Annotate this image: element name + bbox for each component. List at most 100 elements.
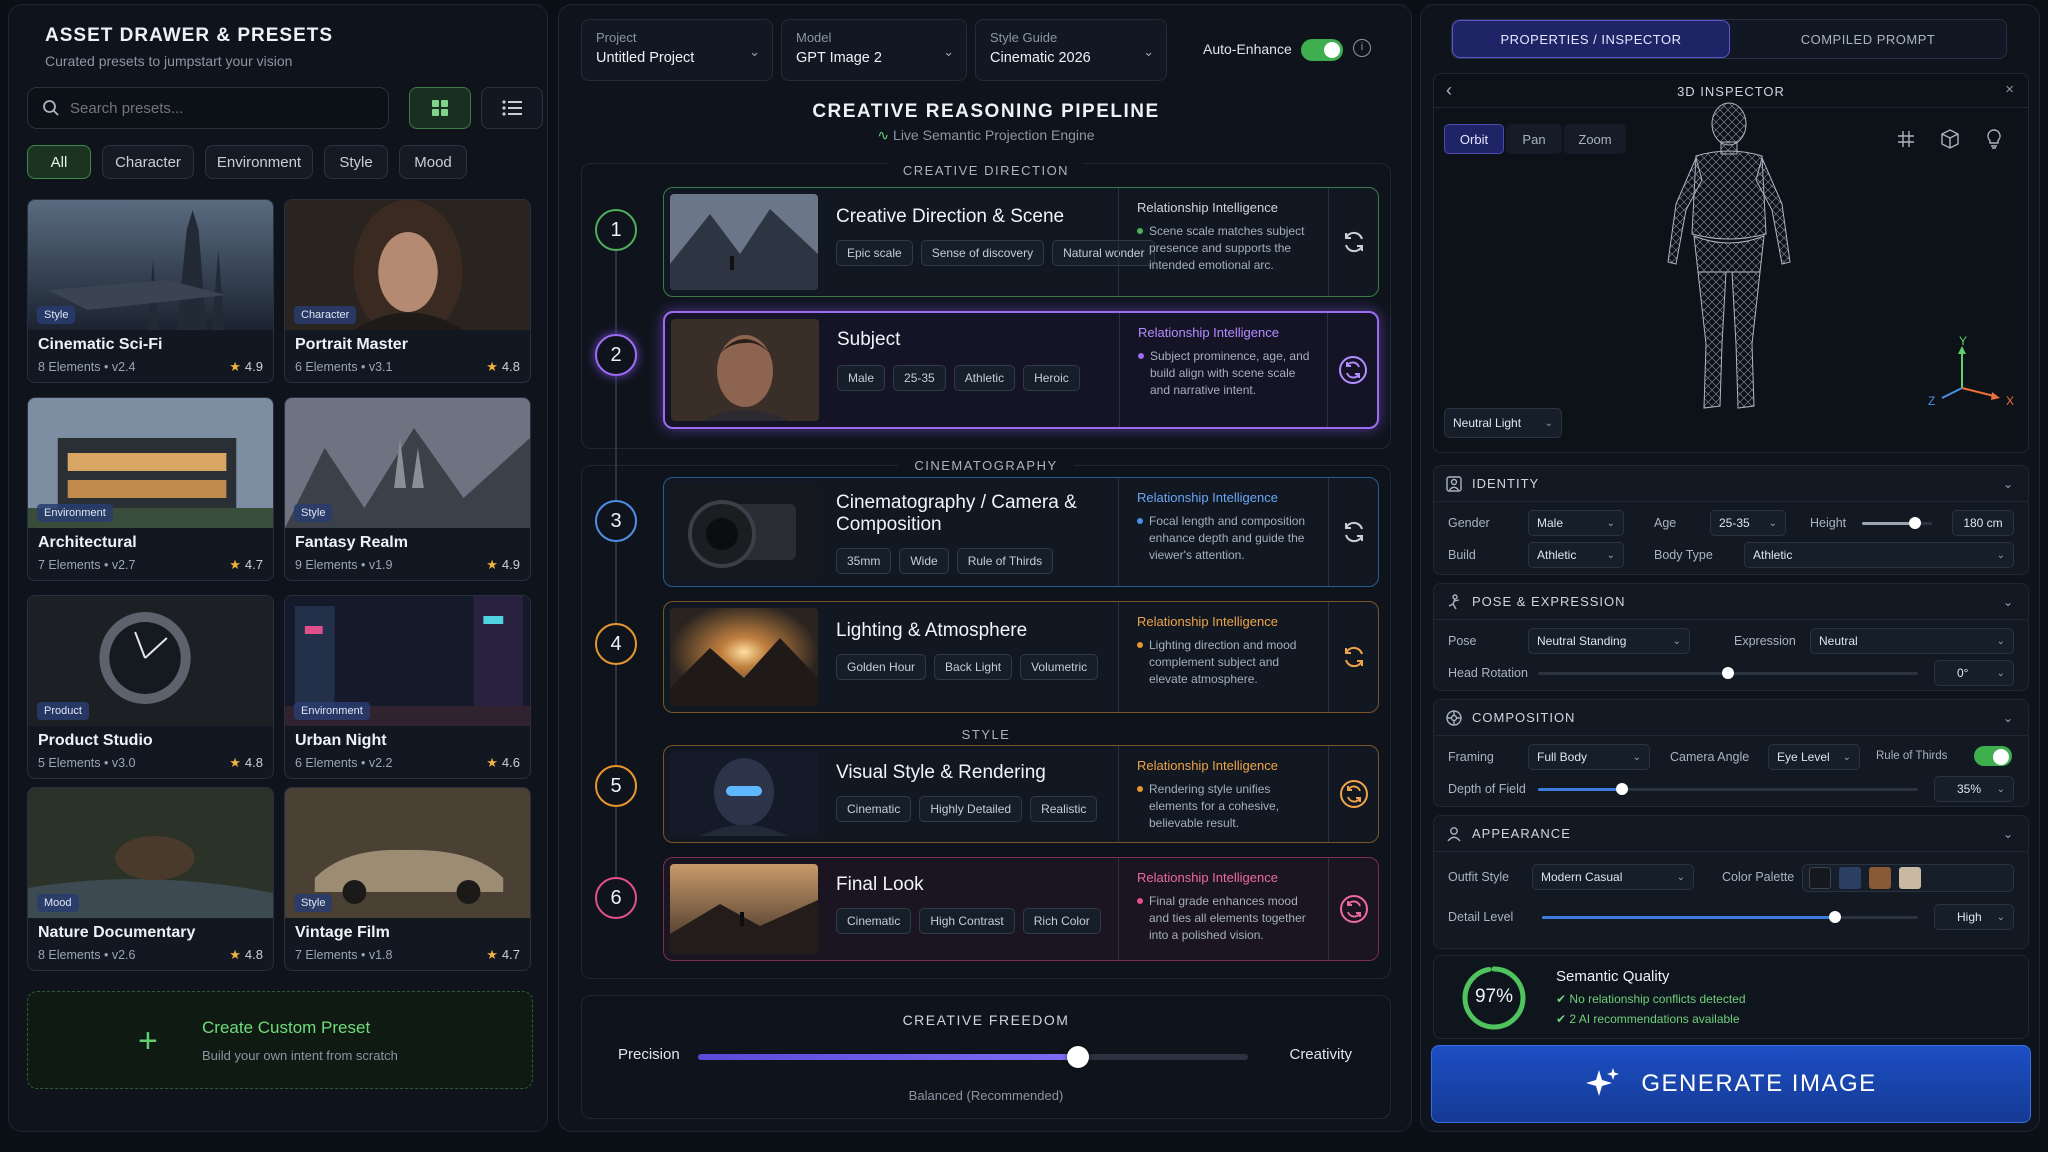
detail-level-slider[interactable] [1542, 911, 1918, 923]
detail-level-value[interactable]: High ⌄ [1934, 904, 2014, 930]
palette-swatch[interactable] [1809, 867, 1831, 889]
step-tag[interactable]: Back Light [934, 654, 1013, 680]
preset-card[interactable]: Style Vintage Film 7 Elements • v1.8 ★ 4.… [284, 787, 531, 971]
outfit-style-select[interactable]: Modern Casual ⌄ [1532, 864, 1694, 890]
model-dropdown[interactable]: Model GPT Image 2 ⌄ [781, 19, 967, 81]
refresh-button[interactable] [1328, 858, 1378, 960]
depth-of-field-slider[interactable] [1538, 783, 1918, 795]
creative-freedom-slider[interactable] [698, 1046, 1248, 1068]
light-bulb-button[interactable] [1980, 126, 2008, 152]
pipeline-step-creative-direction[interactable]: Creative Direction & Scene Epic scale Se… [663, 187, 1379, 297]
step-tag[interactable]: 35mm [836, 548, 892, 574]
depth-of-field-value[interactable]: 35% ⌄ [1934, 776, 2014, 802]
gender-select[interactable]: Male ⌄ [1528, 510, 1624, 536]
framing-select[interactable]: Full Body ⌄ [1528, 744, 1650, 770]
generate-image-button[interactable]: GENERATE IMAGE [1431, 1045, 2031, 1123]
appearance-header[interactable]: APPEARANCE ⌄ [1434, 816, 2028, 852]
step-tag[interactable]: Cinematic [836, 796, 912, 822]
refresh-button[interactable] [1328, 188, 1378, 296]
refresh-icon [1338, 356, 1367, 384]
grid-view-button[interactable] [409, 87, 471, 129]
identity-header[interactable]: IDENTITY ⌄ [1434, 466, 2028, 502]
search-input[interactable] [70, 99, 370, 117]
color-palette[interactable] [1802, 864, 2014, 892]
composition-header[interactable]: COMPOSITION ⌄ [1434, 700, 2028, 736]
step-tag[interactable]: Golden Hour [836, 654, 927, 680]
step-tag[interactable]: Rich Color [1022, 908, 1101, 934]
tab-compiled-prompt[interactable]: COMPILED PROMPT [1730, 20, 2006, 58]
info-icon[interactable]: i [1353, 39, 1371, 57]
preset-card[interactable]: Product Product Studio 5 Elements • v3.0… [27, 595, 274, 779]
step-tag[interactable]: Heroic [1023, 365, 1080, 391]
refresh-button[interactable] [1327, 313, 1377, 427]
tab-properties-inspector[interactable]: PROPERTIES / INSPECTOR [1452, 20, 1730, 58]
slider-thumb[interactable] [1908, 517, 1921, 529]
preset-card[interactable]: Environment Urban Night 6 Elements • v2.… [284, 595, 531, 779]
height-value[interactable]: 180 cm [1952, 510, 2014, 536]
slider-thumb[interactable] [1829, 911, 1842, 923]
palette-swatch[interactable] [1839, 867, 1861, 889]
step-tag[interactable]: Athletic [953, 365, 1016, 391]
height-slider[interactable] [1862, 517, 1932, 529]
rule-of-thirds-toggle[interactable] [1974, 746, 2012, 766]
preset-card[interactable]: Style Fantasy Realm 9 Elements • v1.9 ★ 4… [284, 397, 531, 581]
slider-thumb[interactable] [1615, 783, 1628, 795]
step-tag[interactable]: Male [837, 365, 886, 391]
filter-chip-all[interactable]: All [27, 145, 91, 179]
refresh-button[interactable] [1328, 478, 1378, 586]
pipeline-step-visual-style[interactable]: Visual Style & Rendering Cinematic Highl… [663, 745, 1379, 843]
preset-card[interactable]: Mood Nature Documentary 8 Elements • v2.… [27, 787, 274, 971]
auto-enhance-toggle[interactable] [1301, 39, 1343, 61]
step-tag[interactable]: Highly Detailed [919, 796, 1023, 822]
preset-card[interactable]: Environment Architectural 7 Elements • v… [27, 397, 274, 581]
head-rotation-slider[interactable] [1538, 667, 1918, 679]
step-tag[interactable]: Volumetric [1020, 654, 1099, 680]
project-dropdown[interactable]: Project Untitled Project ⌄ [581, 19, 773, 81]
slider-thumb[interactable] [1722, 667, 1734, 679]
close-icon[interactable]: × [2005, 81, 2014, 98]
preset-card[interactable]: Style Cinematic Sci-Fi 8 Elements • v2.4… [27, 199, 274, 383]
preset-card[interactable]: Character Portrait Master 6 Elements • v… [284, 199, 531, 383]
pose-select[interactable]: Neutral Standing ⌄ [1528, 628, 1690, 654]
preset-badge: Environment [294, 702, 370, 720]
search-box[interactable] [27, 87, 389, 129]
filter-chip-character[interactable]: Character [102, 145, 194, 179]
camera-angle-select[interactable]: Eye Level ⌄ [1768, 744, 1860, 770]
light-preset-select[interactable]: Neutral Light ⌄ [1444, 408, 1562, 438]
view-mode-orbit[interactable]: Orbit [1444, 124, 1504, 154]
refresh-button[interactable] [1328, 746, 1378, 842]
palette-swatch[interactable] [1869, 867, 1891, 889]
head-rotation-value[interactable]: 0° ⌄ [1934, 660, 2014, 686]
list-view-button[interactable] [481, 87, 543, 129]
pipeline-step-final-look[interactable]: Final Look Cinematic High Contrast Rich … [663, 857, 1379, 961]
step-tag[interactable]: Realistic [1030, 796, 1098, 822]
step-tag[interactable]: Wide [899, 548, 949, 574]
grid-toggle-button[interactable] [1892, 126, 1920, 152]
pose-header[interactable]: POSE & EXPRESSION ⌄ [1434, 584, 2028, 620]
slider-thumb[interactable] [1066, 1046, 1089, 1068]
create-custom-preset-button[interactable]: + Create Custom Preset Build your own in… [27, 991, 533, 1089]
pipeline-step-subject[interactable]: Subject Male 25-35 Athletic Heroic Relat… [663, 311, 1379, 429]
pipeline-step-cinematography[interactable]: Cinematography / Camera & Composition 35… [663, 477, 1379, 587]
step-tag[interactable]: Rule of Thirds [956, 548, 1054, 574]
palette-swatch[interactable] [1899, 867, 1921, 889]
refresh-button[interactable] [1328, 602, 1378, 712]
pipeline-step-lighting[interactable]: Lighting & Atmosphere Golden Hour Back L… [663, 601, 1379, 713]
3d-viewer[interactable]: ‹ 3D INSPECTOR × Orbit Pan Zoom Y X Z Ne… [1433, 73, 2029, 453]
view-mode-zoom[interactable]: Zoom [1564, 124, 1626, 154]
age-select[interactable]: 25-35 ⌄ [1710, 510, 1786, 536]
cube-view-button[interactable] [1936, 126, 1964, 152]
expression-select[interactable]: Neutral ⌄ [1810, 628, 2014, 654]
filter-chip-environment[interactable]: Environment [205, 145, 313, 179]
style-guide-dropdown[interactable]: Style Guide Cinematic 2026 ⌄ [975, 19, 1167, 81]
view-mode-pan[interactable]: Pan [1506, 124, 1562, 154]
step-tag[interactable]: 25-35 [893, 365, 946, 391]
filter-chip-mood[interactable]: Mood [399, 145, 467, 179]
body-type-select[interactable]: Athletic ⌄ [1744, 542, 2014, 568]
step-tag[interactable]: High Contrast [919, 908, 1015, 934]
step-tag[interactable]: Sense of discovery [920, 240, 1045, 266]
step-tag[interactable]: Cinematic [836, 908, 912, 934]
build-select[interactable]: Athletic ⌄ [1528, 542, 1624, 568]
step-tag[interactable]: Epic scale [836, 240, 913, 266]
filter-chip-style[interactable]: Style [324, 145, 388, 179]
